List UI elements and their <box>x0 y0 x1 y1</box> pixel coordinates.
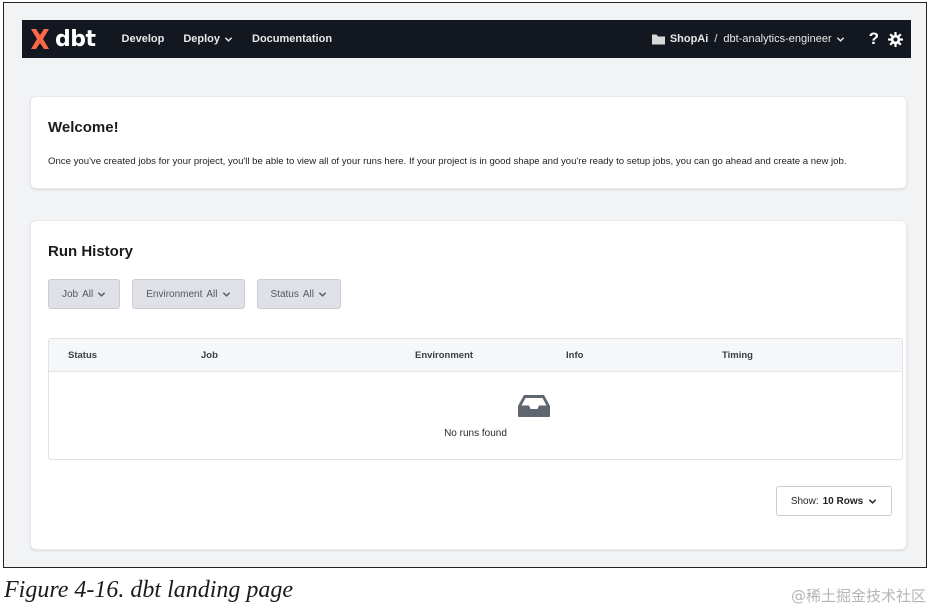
chevron-down-icon <box>836 36 844 42</box>
empty-state: No runs found <box>49 372 902 460</box>
project-selector[interactable]: ShopAi / dbt-analytics-engineer <box>651 33 845 45</box>
chevron-down-icon <box>318 291 327 297</box>
column-header-status[interactable]: Status <box>68 350 97 361</box>
project-separator: / <box>714 33 718 45</box>
figure-caption: Figure 4-16. dbt landing page <box>4 577 294 603</box>
help-icon[interactable]: ? <box>869 29 879 49</box>
folder-icon <box>651 34 665 44</box>
chevron-down-icon <box>869 498 877 504</box>
dbt-logo[interactable]: dbt <box>26 20 96 58</box>
runs-table: Status Job Environment Info Timing No ru… <box>48 338 903 460</box>
filter-status-value: All <box>302 288 314 300</box>
watermark: @稀土掘金技术社区 <box>790 587 926 605</box>
dbt-logo-icon <box>31 29 49 49</box>
rows-per-page-select[interactable]: Show: 10 Rows <box>776 486 892 516</box>
rows-select-label: Show: <box>790 495 819 507</box>
filter-job-label: Job <box>62 288 79 300</box>
filter-bar: Job All Environment All Status All <box>48 279 353 309</box>
nav-links: Develop Deploy Documentation <box>122 33 352 45</box>
column-header-info[interactable]: Info <box>566 350 583 361</box>
screenshot-frame: dbt Develop Deploy Documentation ShopAi <box>3 2 927 568</box>
nav-documentation[interactable]: Documentation <box>252 33 332 45</box>
filter-job-value: All <box>82 288 94 300</box>
filter-status-label: Status <box>270 288 299 300</box>
run-history-card: Run History Job All Environment All Stat… <box>30 220 907 550</box>
filter-environment-label: Environment <box>146 288 203 300</box>
gear-icon[interactable] <box>888 31 903 47</box>
nav-deploy[interactable]: Deploy <box>183 33 233 45</box>
welcome-title: Welcome! <box>48 119 119 136</box>
filter-environment[interactable]: Environment All <box>132 279 245 309</box>
user-name: dbt-analytics-engineer <box>723 33 832 45</box>
nav-develop[interactable]: Develop <box>122 33 165 45</box>
welcome-card: Welcome! Once you've created jobs for yo… <box>30 96 907 189</box>
filter-environment-value: All <box>206 288 218 300</box>
chevron-down-icon <box>98 291 106 297</box>
column-header-job[interactable]: Job <box>201 350 218 361</box>
column-header-environment[interactable]: Environment <box>415 350 473 361</box>
table-header: Status Job Environment Info Timing <box>49 339 902 372</box>
inbox-icon <box>518 395 550 417</box>
filter-status[interactable]: Status All <box>256 279 341 309</box>
empty-state-text: No runs found <box>444 428 507 439</box>
filter-job[interactable]: Job All <box>48 279 121 309</box>
nav-right: ShopAi / dbt-analytics-engineer ? <box>651 20 903 58</box>
welcome-body: Once you've created jobs for your projec… <box>48 156 847 167</box>
top-navbar: dbt Develop Deploy Documentation ShopAi <box>22 20 911 58</box>
chevron-down-icon <box>224 36 233 42</box>
chevron-down-icon <box>222 291 230 297</box>
column-header-timing[interactable]: Timing <box>722 350 753 361</box>
nav-deploy-label: Deploy <box>183 33 220 45</box>
project-name: ShopAi <box>669 33 709 45</box>
nav-develop-label: Develop <box>121 33 165 45</box>
logo-text: dbt <box>55 26 96 52</box>
rows-select-value: 10 Rows <box>822 495 864 507</box>
run-history-title: Run History <box>48 243 134 260</box>
nav-documentation-label: Documentation <box>252 33 333 45</box>
